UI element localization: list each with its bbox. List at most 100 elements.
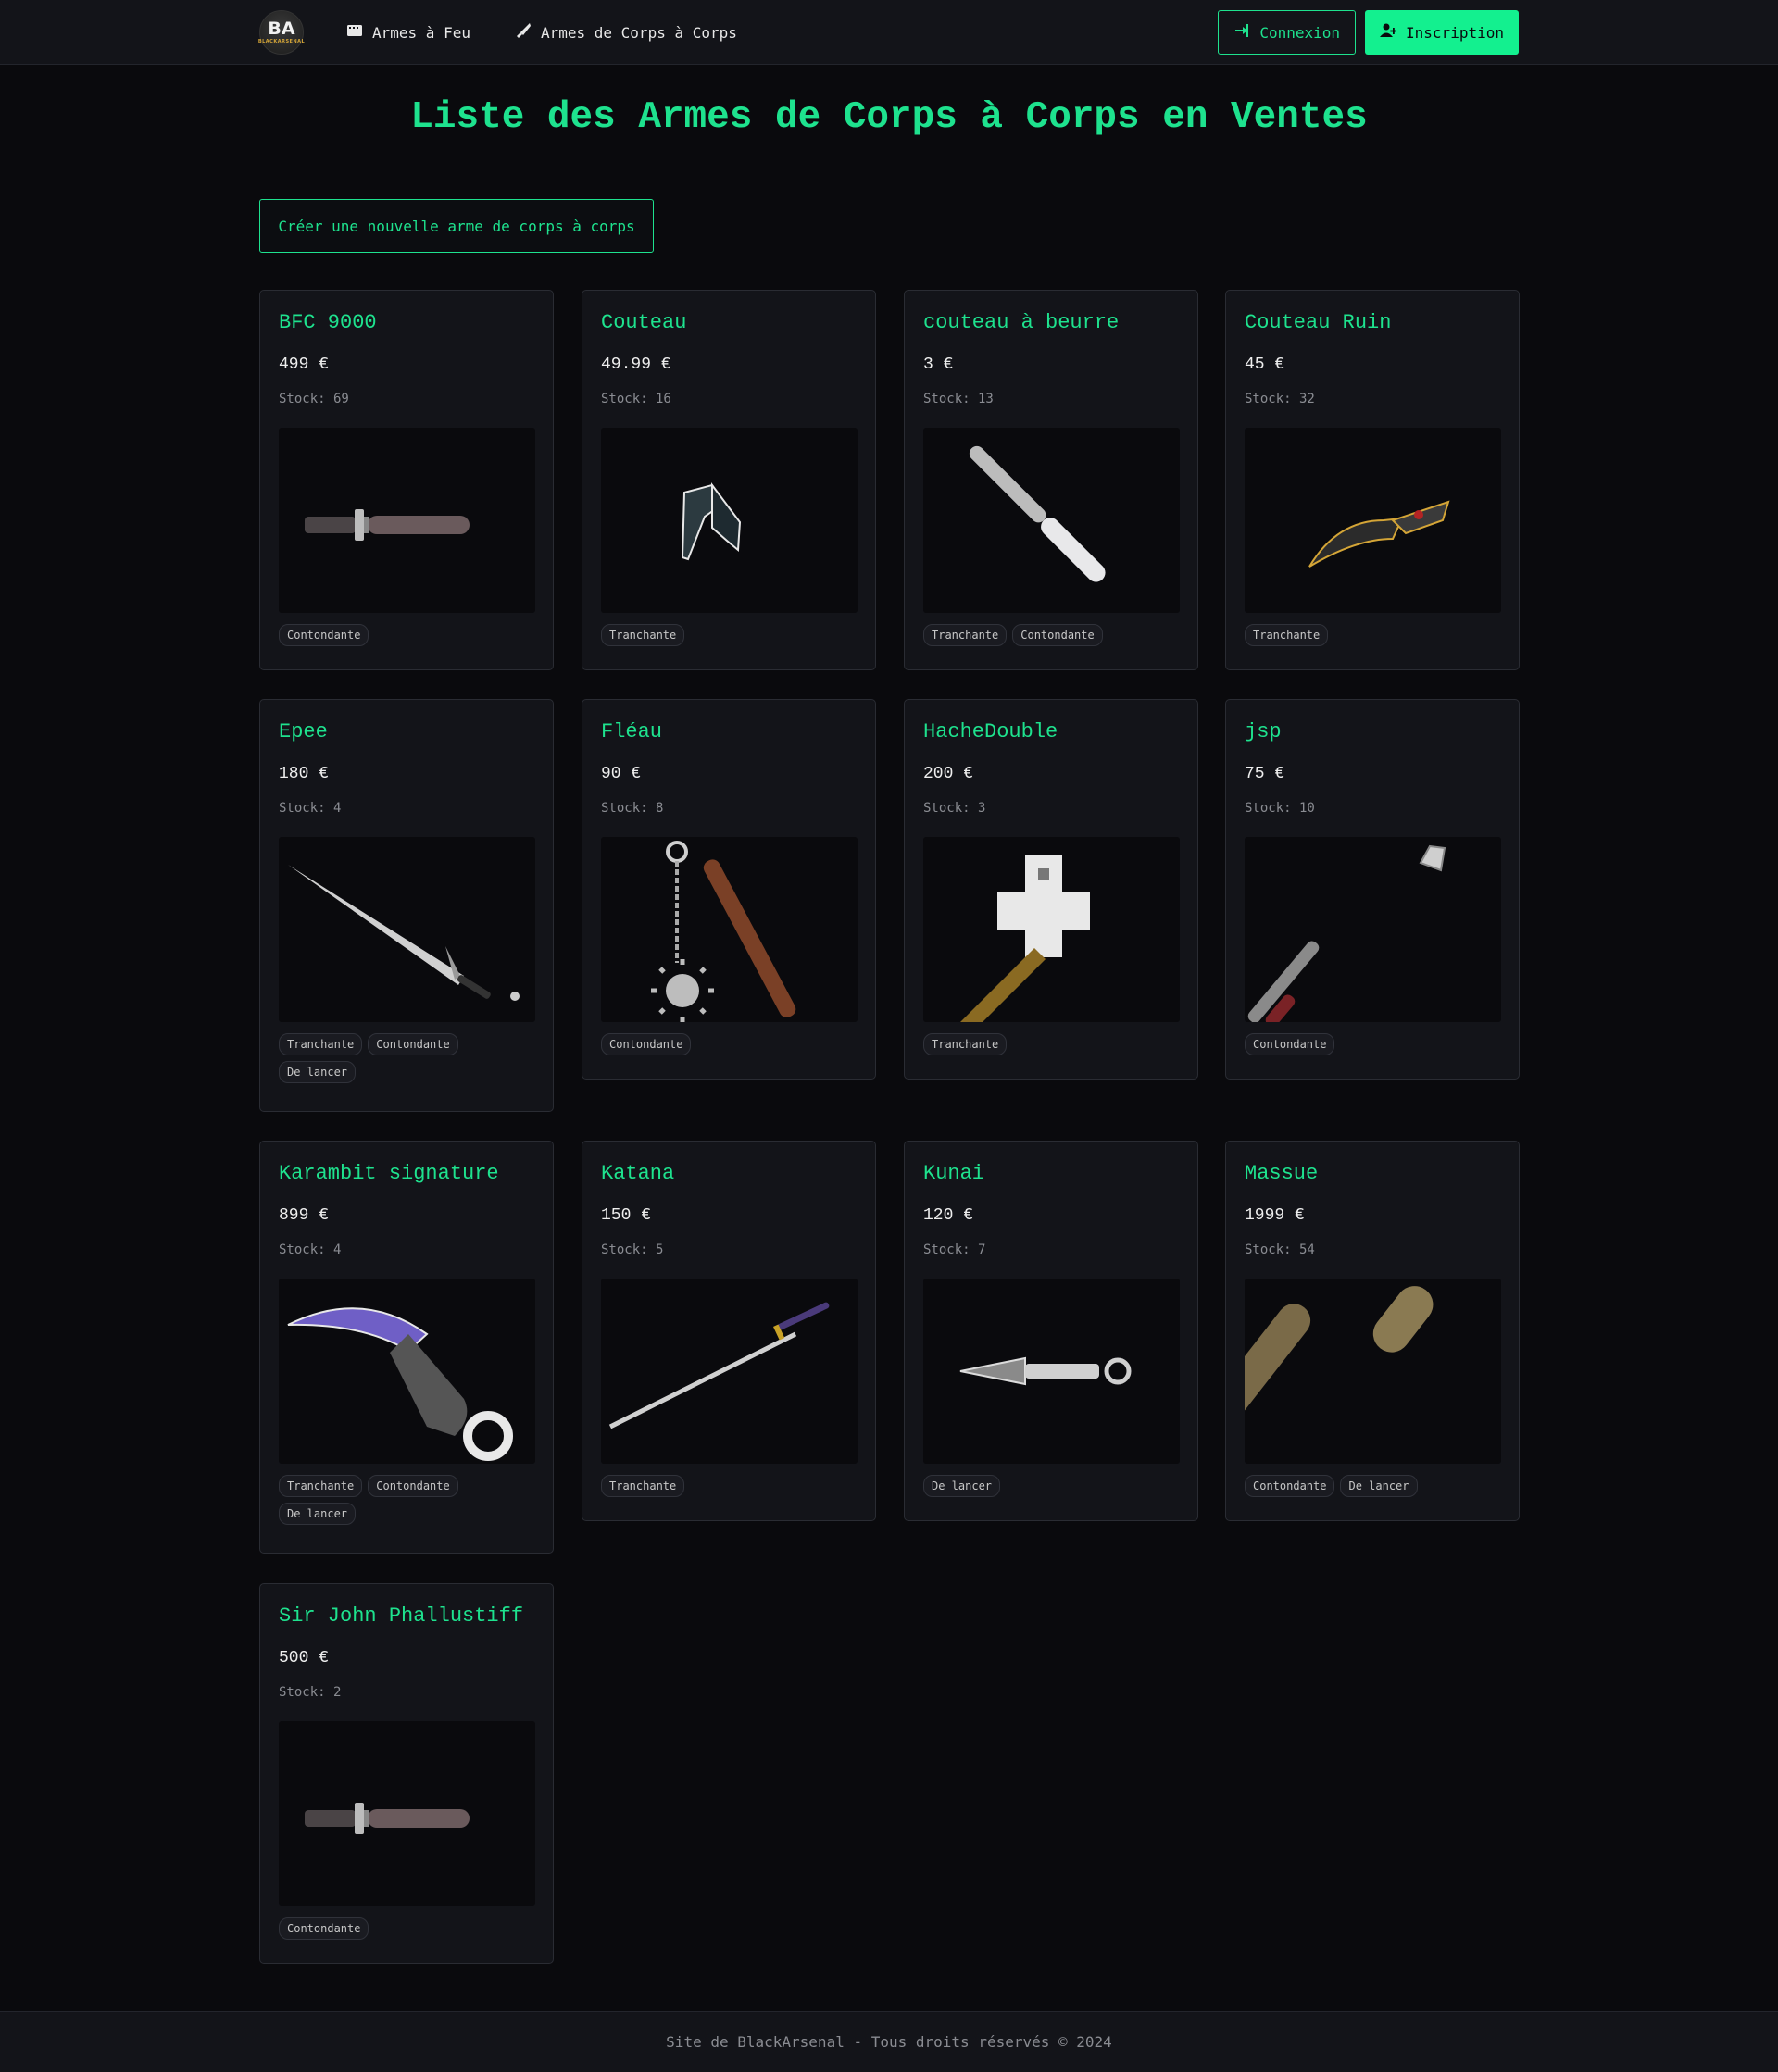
weapon-name: HacheDouble [923,720,1058,743]
weapon-stock: Stock: 3 [923,801,986,816]
login-icon [1233,22,1250,43]
flail-icon [601,837,858,1022]
weapon-price: 120 € [923,1206,974,1225]
category-tag: De lancer [1340,1475,1418,1497]
category-tag: Tranchante [923,1033,1008,1055]
tag-list: Contondante [279,624,538,646]
category-tag: Contondante [279,1917,369,1940]
folding-knife-icon [601,428,858,613]
category-tag: Tranchante [1245,624,1329,646]
weapon-card[interactable]: Epee 180 € Stock: 4 Tranchante Contondant… [259,699,554,1112]
weapon-name: Epee [279,720,328,743]
weapon-price: 200 € [923,765,974,783]
category-tag: De lancer [923,1475,1001,1497]
weapon-stock: Stock: 13 [923,392,994,406]
weapon-card[interactable]: Katana 150 € Stock: 5 Tranchante [582,1141,876,1521]
footer-text: Site de BlackArsenal - Tous droits réser… [666,2033,1112,2051]
tag-list: Contondante [1245,1033,1504,1055]
category-tag: Contondante [368,1475,458,1497]
weapon-card[interactable]: couteau à beurre 3 € Stock: 13 Tranchant… [904,290,1198,670]
tag-list: Tranchante [1245,624,1504,646]
weapon-name: Karambit signature [279,1162,499,1185]
weapon-stock: Stock: 54 [1245,1242,1315,1257]
tag-list: Tranchante Contondante [923,624,1183,646]
category-tag: Tranchante [601,1475,685,1497]
weapon-price: 499 € [279,356,330,374]
footer: Site de BlackArsenal - Tous droits réser… [0,2011,1778,2072]
logo-subtext: BLACKARSENAL [257,39,306,44]
tag-list: Tranchante Contondante De lancer [279,1033,538,1083]
weapon-name: Couteau [601,311,687,334]
create-weapon-button[interactable]: Créer une nouvelle arme de corps à corps [259,199,654,253]
tag-list: Contondante [601,1033,860,1055]
login-label: Connexion [1259,23,1341,42]
weapon-stock: Stock: 4 [279,1242,342,1257]
weapon-stock: Stock: 10 [1245,801,1315,816]
category-tag: Contondante [368,1033,458,1055]
category-tag: Tranchante [279,1475,363,1497]
weapon-price: 45 € [1245,356,1285,374]
weapon-price: 180 € [279,765,330,783]
category-tag: De lancer [279,1061,357,1083]
category-tag: Tranchante [601,624,685,646]
weapon-card[interactable]: Couteau 49.99 € Stock: 16 Tranchante [582,290,876,670]
weapon-name: jsp [1245,720,1282,743]
nav-link-firearms[interactable]: Armes à Feu [346,22,470,43]
weapon-card[interactable]: Fléau 90 € Stock: 8 Contondante [582,699,876,1080]
weapon-stock: Stock: 8 [601,801,664,816]
weapon-stock: Stock: 32 [1245,392,1315,406]
weapon-card[interactable]: Sir John Phallustiff 500 € Stock: 2 Cont… [259,1583,554,1964]
logo-text: BA [268,19,295,39]
tag-list: Contondante [279,1917,538,1940]
tag-list: Tranchante [923,1033,1183,1055]
firearm-icon [346,22,363,43]
weapon-name: Sir John Phallustiff [279,1604,524,1628]
dagger-icon [279,1721,535,1906]
login-button[interactable]: Connexion [1218,10,1357,55]
category-tag: Contondante [1012,624,1103,646]
weapon-card[interactable]: jsp 75 € Stock: 10 Contondante [1225,699,1520,1080]
weapon-price: 500 € [279,1649,330,1667]
weapon-stock: Stock: 4 [279,801,342,816]
category-tag: Contondante [279,624,369,646]
weapon-stock: Stock: 69 [279,392,349,406]
nav-link-label: Armes à Feu [372,23,470,42]
signup-label: Inscription [1406,23,1504,42]
weapon-price: 75 € [1245,765,1285,783]
weapon-card[interactable]: Massue 1999 € Stock: 54 Contondante De la… [1225,1141,1520,1521]
weapon-price: 49.99 € [601,356,671,374]
category-tag: Contondante [601,1033,692,1055]
weapon-name: Couteau Ruin [1245,311,1392,334]
weapon-card[interactable]: HacheDouble 200 € Stock: 3 Tranchante [904,699,1198,1080]
weapon-price: 1999 € [1245,1206,1305,1225]
weapon-name: couteau à beurre [923,311,1120,334]
katana-icon [601,1279,858,1464]
weapon-price: 899 € [279,1206,330,1225]
weapon-name: Massue [1245,1162,1319,1185]
weapon-stock: Stock: 16 [601,392,671,406]
karambit-icon [279,1279,535,1464]
tag-list: Tranchante [601,624,860,646]
double-axe-icon [923,837,1180,1022]
tag-list: Tranchante Contondante De lancer [279,1475,538,1525]
weapon-name: Katana [601,1162,675,1185]
category-tag: Contondante [1245,1033,1335,1055]
weapon-card[interactable]: Couteau Ruin 45 € Stock: 32 Tranchante [1225,290,1520,670]
nav-link-melee[interactable]: Armes de Corps à Corps [515,22,737,43]
tag-list: Contondante De lancer [1245,1475,1504,1497]
weapon-card[interactable]: Kunai 120 € Stock: 7 De lancer [904,1141,1198,1521]
brand-logo[interactable]: BA BLACKARSENAL [257,10,306,55]
weapon-name: Kunai [923,1162,985,1185]
weapon-card[interactable]: Karambit signature 899 € Stock: 4 Tranch… [259,1141,554,1554]
curved-knife-icon [1245,428,1501,613]
add-user-icon [1380,22,1397,43]
weapon-price: 3 € [923,356,954,374]
category-tag: Tranchante [279,1033,363,1055]
sword-icon [279,837,535,1022]
signup-button[interactable]: Inscription [1365,10,1519,55]
weapon-card[interactable]: BFC 9000 499 € Stock: 69 Contondante [259,290,554,670]
tag-list: De lancer [923,1475,1183,1497]
weapon-stock: Stock: 7 [923,1242,986,1257]
weapon-price: 150 € [601,1206,652,1225]
club-icon [1245,1279,1501,1464]
